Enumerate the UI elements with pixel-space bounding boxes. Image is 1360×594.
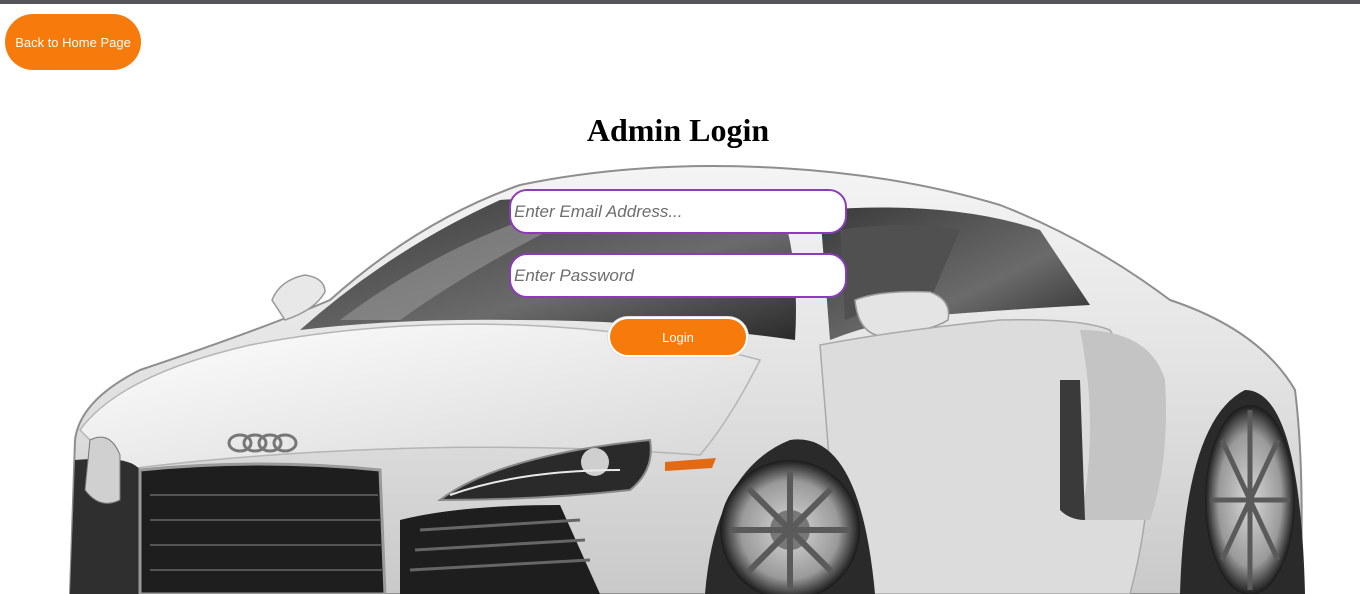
password-field[interactable] <box>509 253 847 298</box>
page-title: Admin Login <box>586 112 770 148</box>
login-button[interactable]: Login <box>608 317 748 357</box>
back-to-home-button[interactable]: Back to Home Page <box>5 14 141 70</box>
admin-login-page: Back to Home Page Admin Login Login <box>0 0 1360 594</box>
email-field[interactable] <box>509 189 847 234</box>
